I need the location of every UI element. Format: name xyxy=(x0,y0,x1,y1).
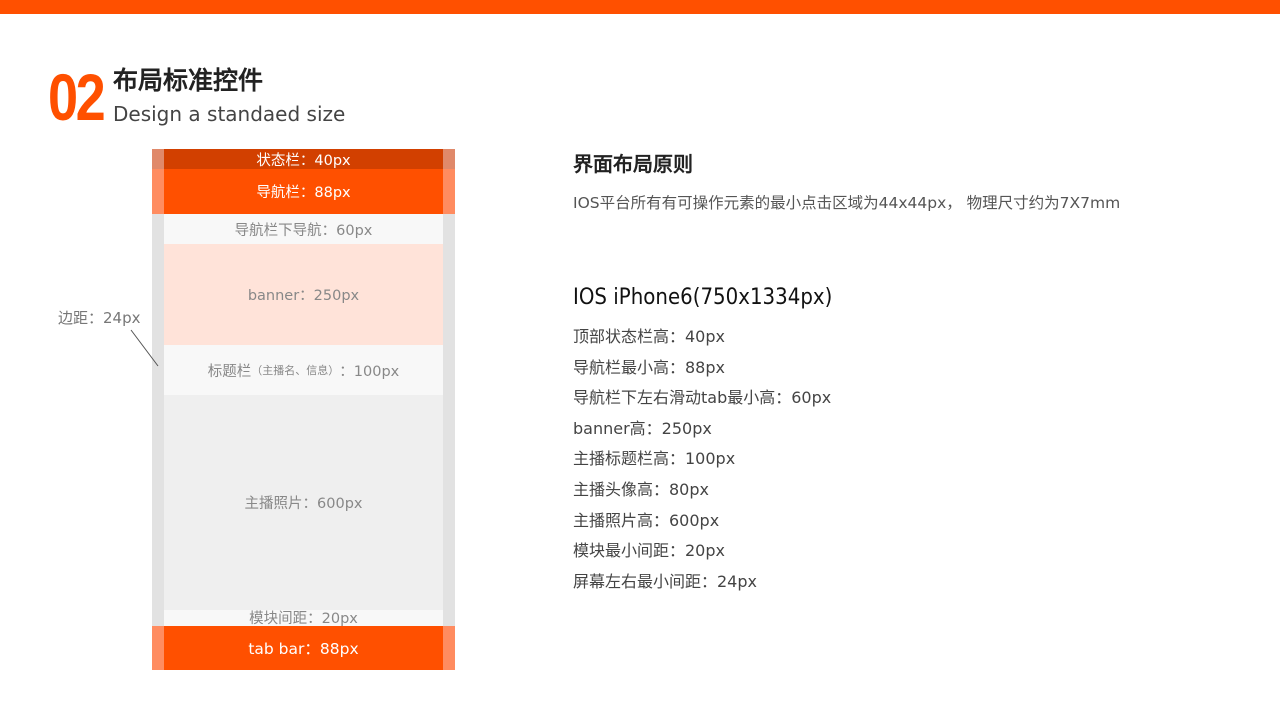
specs-heading: IOS iPhone6(750x1334px) xyxy=(573,285,833,310)
spec-item: 模块最小间距：20px xyxy=(573,541,725,561)
spec-item: 主播照片高：600px xyxy=(573,510,720,530)
spec-item: 导航栏下左右滑动tab最小高：60px xyxy=(573,388,832,408)
principles-description: IOS平台所有有可操作元素的最小点击区域为44x44px， 物理尺寸约为7X7m… xyxy=(573,194,1121,212)
principles-heading: 界面布局原则 xyxy=(573,152,693,176)
spec-item: 主播标题栏高：100px xyxy=(573,449,736,469)
spec-item: 主播头像高：80px xyxy=(573,479,709,499)
specs-list: 顶部状态栏高：40px 导航栏最小高：88px 导航栏下左右滑动tab最小高：6… xyxy=(573,324,831,599)
spec-item: 导航栏最小高：88px xyxy=(573,357,725,377)
spec-item: 顶部状态栏高：40px xyxy=(573,327,725,346)
spec-item: 屏幕左右最小间距：24px xyxy=(573,571,757,591)
spec-item: banner高：250px xyxy=(573,418,712,438)
